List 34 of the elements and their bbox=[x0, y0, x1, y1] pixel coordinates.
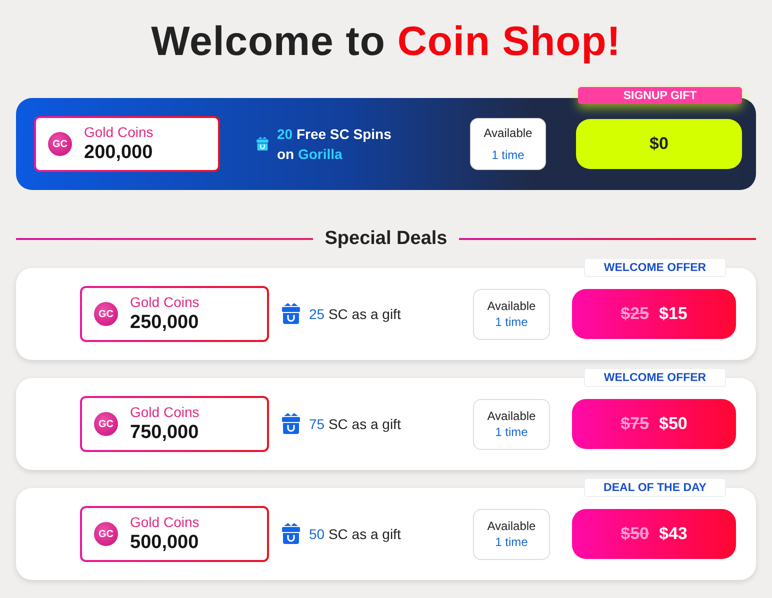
coin-badge: GC bbox=[94, 302, 118, 326]
signup-ribbon: SIGNUP GIFT bbox=[578, 87, 742, 104]
availability-count: 1 time bbox=[492, 148, 524, 162]
price-button[interactable]: $0 bbox=[576, 119, 742, 169]
availability-label: Available bbox=[484, 126, 532, 140]
gift-text: 50 SC as a gift bbox=[309, 525, 401, 544]
page-title: Welcome to Coin Shop! bbox=[151, 17, 621, 66]
availability-count: 1 time bbox=[495, 315, 528, 329]
coin-badge: GC bbox=[48, 132, 72, 156]
gift-text: 20 Free SC Spins on Gorilla bbox=[276, 125, 392, 164]
coin-label: Gold Coins bbox=[84, 123, 154, 141]
coin-label: Gold Coins bbox=[130, 293, 200, 311]
gift-text: 25 SC as a gift bbox=[309, 305, 401, 324]
offer-ribbon: DEAL OF THE DAY bbox=[584, 478, 726, 497]
coin-amount: 250,000 bbox=[130, 311, 200, 335]
price-button[interactable]: $75 $50 bbox=[572, 399, 736, 449]
offer-ribbon: WELCOME OFFER bbox=[584, 258, 726, 277]
coin-amount: 200,000 bbox=[84, 141, 154, 165]
availability-count: 1 time bbox=[495, 535, 528, 549]
availability-label: Available bbox=[487, 409, 536, 423]
coin-amount: 500,000 bbox=[130, 531, 200, 555]
section-title: Special Deals bbox=[324, 228, 448, 250]
price-button[interactable]: $25 $15 bbox=[572, 289, 736, 339]
gift-text: 75 SC as a gift bbox=[309, 415, 401, 434]
coin-badge: GC bbox=[94, 412, 118, 436]
coin-label: Gold Coins bbox=[130, 513, 200, 531]
coin-badge: GC bbox=[94, 522, 118, 546]
price-button[interactable]: $50 $43 bbox=[572, 509, 736, 559]
availability-label: Available bbox=[487, 519, 536, 533]
coin-label: Gold Coins bbox=[130, 403, 200, 421]
availability-count: 1 time bbox=[495, 425, 528, 439]
coin-amount: 750,000 bbox=[130, 421, 200, 445]
availability-label: Available bbox=[487, 299, 536, 313]
offer-ribbon: WELCOME OFFER bbox=[584, 368, 726, 387]
